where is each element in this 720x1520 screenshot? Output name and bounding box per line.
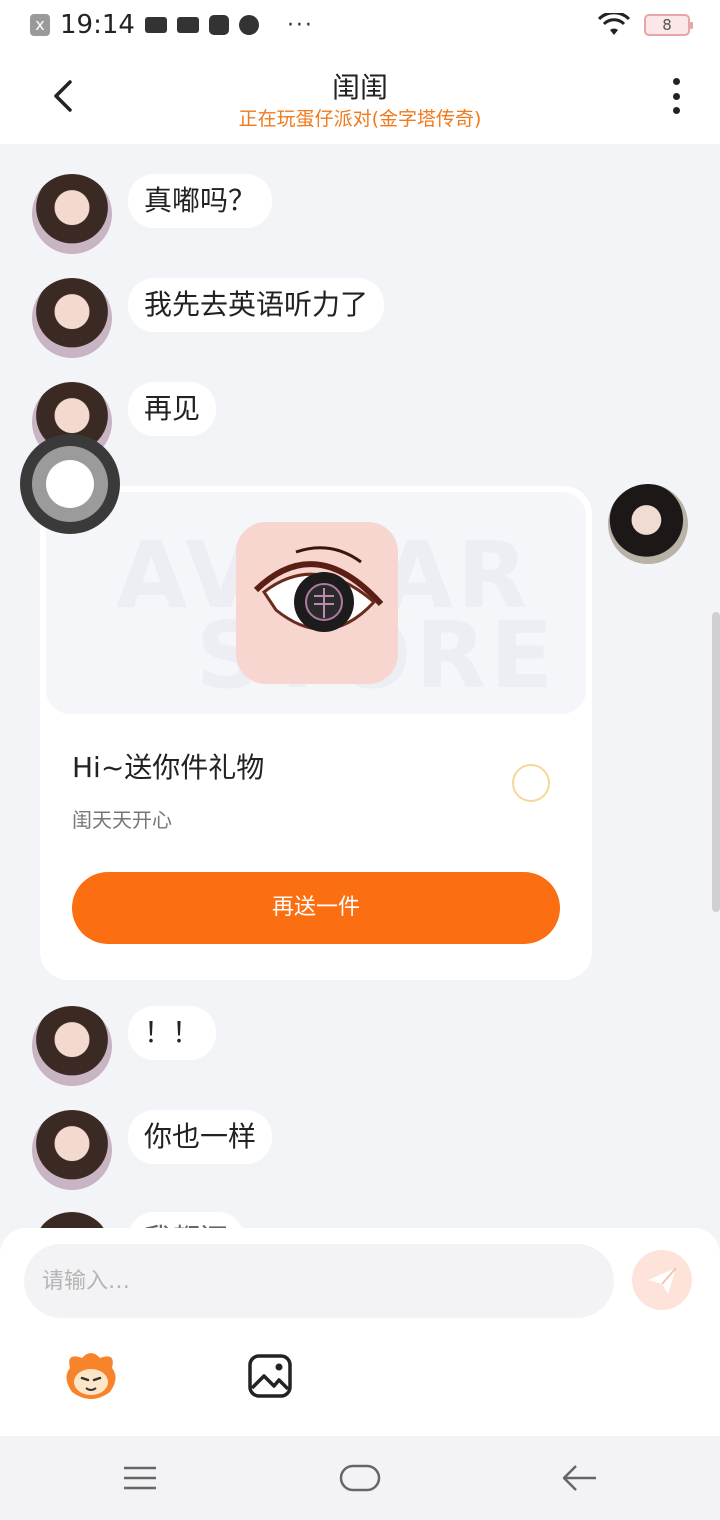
video-icon	[176, 17, 199, 33]
battery-icon: 8	[644, 14, 693, 36]
friend-avatar[interactable]	[32, 1110, 112, 1190]
chat-messages[interactable]: 真嘟吗？ 我先去英语听力了 再见 AVATAR STORE Hi~送你件礼物 闺…	[0, 144, 720, 1228]
notification-icon: x	[30, 14, 50, 36]
gift-message: 闺天天开心	[72, 808, 172, 832]
gift-image	[236, 522, 398, 684]
system-nav-bar	[0, 1436, 720, 1520]
gift-card[interactable]: AVATAR STORE Hi~送你件礼物 闺天天开心 再送一件	[40, 486, 592, 980]
chat-header: 闺闺 正在玩蛋仔派对(金字塔传奇)	[0, 50, 720, 144]
chat-status: 正在玩蛋仔派对(金字塔传奇)	[238, 108, 482, 130]
app-icon	[208, 15, 229, 35]
friend-avatar[interactable]	[32, 278, 112, 358]
more-notifications-icon: ···	[286, 12, 314, 38]
message-bubble: 再见	[128, 382, 217, 436]
eye-icon	[253, 546, 384, 632]
message-input[interactable]	[24, 1244, 614, 1318]
friend-avatar[interactable]	[32, 174, 112, 254]
wifi-icon	[598, 13, 630, 35]
message-bubble: 你也一样	[128, 1110, 273, 1164]
eggy-emoji-icon[interactable]	[60, 1348, 122, 1404]
friend-avatar[interactable]	[32, 1006, 112, 1086]
loading-spinner-icon	[512, 764, 550, 802]
message-bubble: ！！	[128, 1006, 217, 1060]
send-button[interactable]	[632, 1250, 692, 1310]
message-bubble: 真嘟吗？	[128, 174, 273, 228]
my-avatar[interactable]	[608, 484, 688, 564]
home-icon[interactable]	[338, 1456, 382, 1500]
input-panel	[0, 1228, 720, 1436]
scrollbar[interactable]	[712, 612, 720, 912]
menu-icon[interactable]	[118, 1456, 162, 1500]
gift-title: Hi~送你件礼物	[72, 751, 265, 784]
status-time: 19:14	[60, 10, 135, 40]
status-bar: x 19:14 ··· 8	[0, 0, 720, 50]
friend-avatar[interactable]	[32, 1212, 112, 1228]
send-again-button[interactable]: 再送一件	[72, 872, 560, 944]
image-icon[interactable]	[246, 1352, 294, 1400]
floating-assistive-button[interactable]	[20, 434, 120, 534]
gift-banner: AVATAR STORE	[46, 492, 586, 714]
planet-icon	[238, 15, 259, 35]
message-bubble: 我先去英语听力了	[128, 278, 385, 332]
message-bubble: 我都还	[128, 1212, 245, 1228]
more-options-icon[interactable]	[670, 78, 682, 114]
back-icon[interactable]	[558, 1456, 602, 1500]
send-icon	[648, 1267, 677, 1294]
camera-icon	[144, 17, 167, 33]
chat-title: 闺闺	[331, 71, 388, 104]
